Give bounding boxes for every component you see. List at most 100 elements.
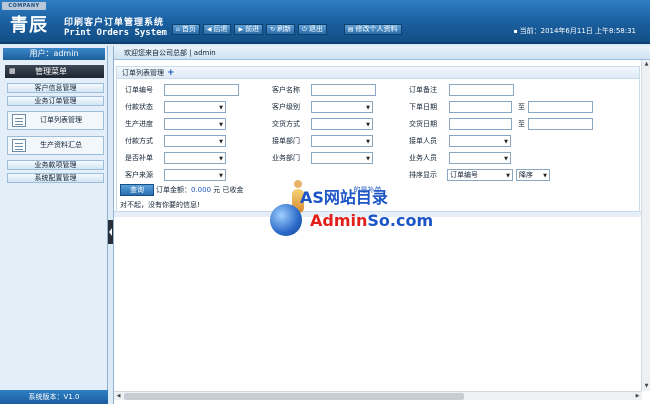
scroll-right-icon[interactable]: ▶ xyxy=(633,392,642,401)
sidebar-item-system-config[interactable]: 系统配置管理 xyxy=(7,173,104,183)
receive-dept-select[interactable] xyxy=(311,135,373,147)
sort-order-select[interactable]: 降序 xyxy=(516,169,550,181)
sidebar-item-customer-info[interactable]: 客户信息管理 xyxy=(7,83,104,93)
current-datetime: ▪ 当前：2014年6月11日 上午8:58:31 xyxy=(514,26,636,36)
system-version: 系统版本：V1.0 xyxy=(0,390,108,404)
scroll-left-icon[interactable]: ◀ xyxy=(114,392,123,401)
label-receive-dept: 接单部门 xyxy=(272,137,300,145)
exit-icon: ⏻ xyxy=(302,26,307,33)
summary-amount: 0.000 xyxy=(191,186,212,194)
production-progress-select[interactable] xyxy=(164,118,226,130)
query-button[interactable]: 查询 xyxy=(120,184,154,196)
menu-grid-icon: ▦ xyxy=(9,67,16,75)
summary-prefix: 订单金额： xyxy=(156,186,191,194)
back-label: 后退 xyxy=(213,25,228,33)
watermark-line2: AdminSo.com xyxy=(310,211,433,230)
summary-suffix: 元 已收金 xyxy=(213,186,244,194)
forward-icon: ▶ xyxy=(238,26,244,33)
back-button[interactable]: ◀ 后退 xyxy=(202,24,232,35)
label-delivery-date: 交货日期 xyxy=(409,120,437,128)
watermark-line1: AS网站目录 xyxy=(300,188,388,207)
label-sort-display: 排序显示 xyxy=(409,171,437,179)
is-reissue-select[interactable] xyxy=(164,152,226,164)
scroll-up-icon[interactable]: ▲ xyxy=(642,60,650,69)
menu-header-label: 管理菜单 xyxy=(35,67,67,76)
label-to-2: 至 xyxy=(518,120,525,128)
menu-header: ▦ 管理菜单 xyxy=(5,65,104,78)
scroll-thumb[interactable] xyxy=(124,393,464,400)
welcome-bar: 欢迎您来自公司总部 | admin xyxy=(114,46,650,60)
vertical-scrollbar[interactable]: ▲ ▼ xyxy=(641,60,650,391)
edit-profile-button[interactable]: ▤ 修改个人资料 xyxy=(343,24,402,35)
sidebar-item-business-orders[interactable]: 业务订单管理 xyxy=(7,96,104,106)
pay-status-select[interactable] xyxy=(164,101,226,113)
label-receiver: 接单人员 xyxy=(409,137,437,145)
sidebar: 用户：admin ▦ 管理菜单 客户信息管理 业务订单管理 订单列表管理 生产资料… xyxy=(0,46,108,404)
home-icon: ⌂ xyxy=(176,26,180,33)
order-date-to-input[interactable] xyxy=(528,101,593,113)
datetime-text: 当前：2014年6月11日 上午8:58:31 xyxy=(519,27,636,35)
watermark-line2-blue: So.com xyxy=(367,211,434,230)
horizontal-scrollbar[interactable]: ◀ ▶ xyxy=(114,391,642,400)
home-button[interactable]: ⌂ 首页 xyxy=(172,24,200,35)
production-summary-label: 生产资料汇总 xyxy=(40,141,82,149)
watermark-logo: AS网站目录 AdminSo.com xyxy=(246,174,433,244)
panel-header: 订单列表管理 + xyxy=(117,67,639,79)
exit-label: 退出 xyxy=(308,25,323,33)
document-icon xyxy=(12,114,26,127)
label-pay-method: 付款方式 xyxy=(125,137,153,145)
label-order-note: 订单备注 xyxy=(409,86,437,94)
salesperson-select[interactable] xyxy=(449,152,511,164)
label-production-progress: 生产进度 xyxy=(125,120,153,128)
delivery-date-from-input[interactable] xyxy=(449,118,512,130)
document-icon xyxy=(12,139,26,152)
sidebar-item-business-payments[interactable]: 业务款项管理 xyxy=(7,160,104,170)
delivery-date-to-input[interactable] xyxy=(528,118,593,130)
order-no-input[interactable] xyxy=(164,84,239,96)
delivery-method-select[interactable] xyxy=(311,118,373,130)
edit-profile-label: 修改个人资料 xyxy=(355,25,398,33)
panel-title: 订单列表管理 xyxy=(122,69,164,77)
globe-icon xyxy=(270,204,302,236)
refresh-button[interactable]: ↻ 刷新 xyxy=(266,24,296,35)
label-to: 至 xyxy=(518,103,525,111)
logo-title-cn: 印刷客户订单管理系统 xyxy=(64,18,165,28)
order-note-input[interactable] xyxy=(449,84,514,96)
watermark-line2-red: Admin xyxy=(310,211,368,230)
sidebar-item-order-list[interactable]: 订单列表管理 xyxy=(7,111,104,130)
sort-field-select[interactable]: 订单编号 xyxy=(447,169,513,181)
edit-profile-icon: ▤ xyxy=(347,26,354,33)
label-business-dept: 业务部门 xyxy=(272,154,300,162)
sidebar-item-production-summary[interactable]: 生产资料汇总 xyxy=(7,136,104,155)
forward-button[interactable]: ▶ 前进 xyxy=(234,24,264,35)
company-tag: COMPANY xyxy=(2,2,46,10)
customer-source-select[interactable] xyxy=(164,169,226,181)
label-pay-status: 付款状态 xyxy=(125,103,153,111)
label-is-reissue: 是否补单 xyxy=(125,154,153,162)
scroll-down-icon[interactable]: ▼ xyxy=(642,382,650,391)
customer-name-input[interactable] xyxy=(311,84,376,96)
current-user: 用户：admin xyxy=(3,48,105,60)
exit-button[interactable]: ⏻ 退出 xyxy=(298,24,327,35)
pay-method-select[interactable] xyxy=(164,135,226,147)
refresh-icon: ↻ xyxy=(270,26,276,33)
label-customer-name: 客户名称 xyxy=(272,86,300,94)
business-dept-select[interactable] xyxy=(311,152,373,164)
order-date-from-input[interactable] xyxy=(449,101,512,113)
receiver-select[interactable] xyxy=(449,135,511,147)
no-data-message: 对不起，没有你要的信息! xyxy=(120,201,200,209)
refresh-label: 刷新 xyxy=(277,25,292,33)
label-salesperson: 业务人员 xyxy=(409,154,437,162)
app-header: COMPANY 青辰 印刷客户订单管理系统 Print Orders Syste… xyxy=(0,0,650,44)
home-label: 首页 xyxy=(181,25,196,33)
logo-title-en: Print Orders System xyxy=(64,28,167,38)
label-customer-source: 客户来源 xyxy=(125,171,153,179)
order-list-label: 订单列表管理 xyxy=(40,116,82,124)
forward-label: 前进 xyxy=(245,25,260,33)
add-icon[interactable]: + xyxy=(167,68,175,78)
label-order-no: 订单编号 xyxy=(125,86,153,94)
top-nav: ⌂ 首页 ◀ 后退 ▶ 前进 ↻ 刷新 ⏻ 退出 ▤ 修改个人资料 xyxy=(172,24,402,35)
customer-level-select[interactable] xyxy=(311,101,373,113)
label-customer-level: 客户级别 xyxy=(272,103,300,111)
back-icon: ◀ xyxy=(206,26,212,33)
